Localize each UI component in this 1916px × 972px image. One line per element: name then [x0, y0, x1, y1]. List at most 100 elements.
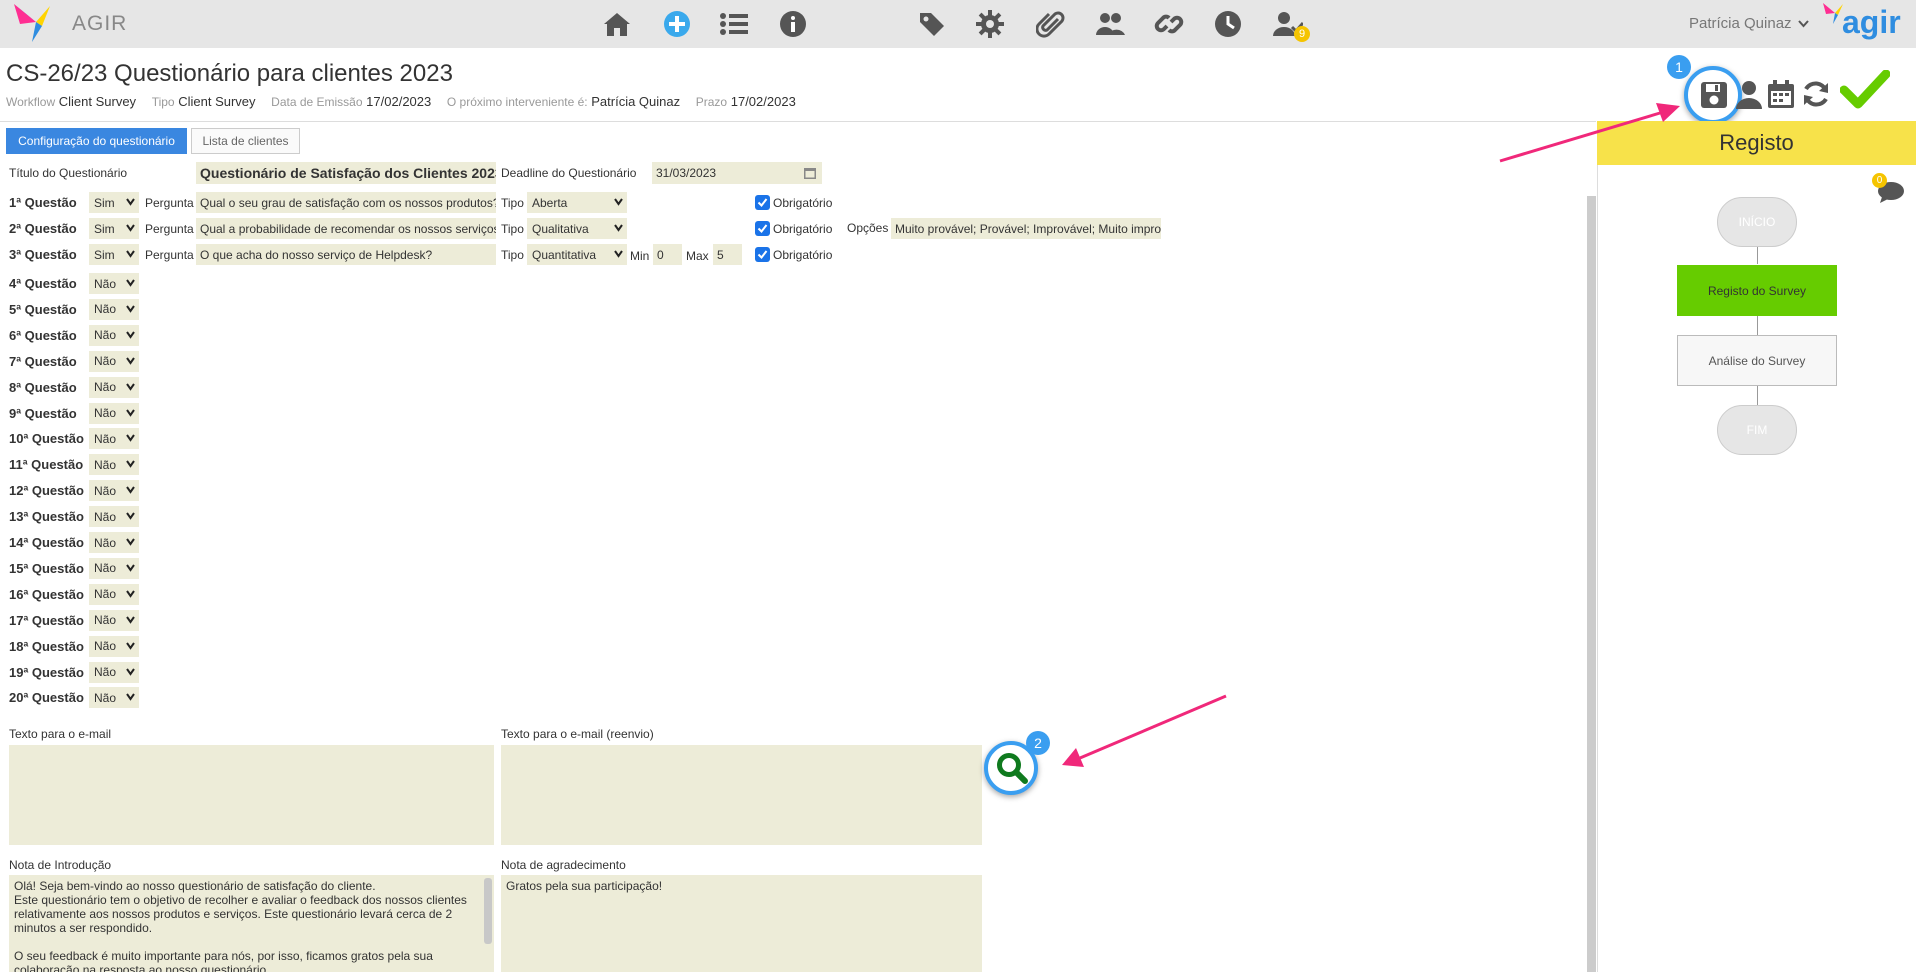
tab-configuracao[interactable]: Configuração do questionário	[6, 128, 187, 154]
question-3-pergunta-input[interactable]: O que acha do nosso serviço de Helpdesk?	[196, 244, 496, 265]
question-3-min-input[interactable]: 0	[653, 244, 682, 265]
workflow-label: Workflow	[6, 95, 56, 109]
annotation-badge-2: 2	[1026, 731, 1050, 755]
question-6-enabled-select[interactable]: Não	[89, 324, 139, 346]
flow-node-analise[interactable]: Análise do Survey	[1677, 335, 1837, 386]
email-text-textarea[interactable]	[9, 745, 494, 845]
user-name: Patrícia Quinaz	[1689, 15, 1792, 32]
checkmark-icon	[757, 224, 768, 234]
attachment-icon[interactable]	[1033, 6, 1069, 42]
question-7-label: 7ª Questão	[9, 353, 77, 369]
question-19-label: 19ª Questão	[9, 664, 84, 680]
question-1-pergunta-input[interactable]: Qual o seu grau de satisfação com os nos…	[196, 192, 496, 213]
tipo-label: Tipo	[151, 95, 175, 109]
question-20-enabled-select[interactable]: Não	[89, 687, 139, 709]
question-2-pergunta-input[interactable]: Qual a probabilidade de recomendar os no…	[196, 218, 496, 239]
tab-lista-clientes[interactable]: Lista de clientes	[191, 128, 300, 154]
question-16-enabled-select[interactable]: Não	[89, 583, 139, 605]
question-10-label: 10ª Questão	[9, 431, 84, 447]
title-input[interactable]: Questionário de Satisfação dos Clientes …	[196, 162, 496, 184]
users-icon[interactable]	[1092, 6, 1128, 42]
emissao-value: 17/02/2023	[366, 94, 432, 109]
flow-node-registo[interactable]: Registo do Survey	[1677, 265, 1837, 316]
search-icon[interactable]	[995, 751, 1029, 785]
chevron-down-icon	[126, 642, 135, 650]
home-icon[interactable]	[599, 6, 635, 42]
annotation-arrow-2	[1062, 694, 1227, 767]
email-text-label: Texto para o e-mail	[9, 727, 112, 741]
question-2-tipo-select[interactable]: Qualitativa	[527, 218, 627, 239]
settings-icon[interactable]	[972, 6, 1008, 42]
question-8-enabled-select[interactable]: Não	[89, 376, 139, 398]
chevron-down-icon	[126, 564, 135, 572]
chevron-down-icon	[126, 486, 135, 494]
question-1-enabled-select[interactable]: Sim	[89, 192, 139, 213]
question-19-enabled-select[interactable]: Não	[89, 661, 139, 683]
question-5-enabled-select[interactable]: Não	[89, 298, 139, 320]
comments-count-badge: 0	[1872, 173, 1887, 188]
flow-node-fim[interactable]: FIM	[1717, 405, 1797, 455]
agir-logo[interactable]	[12, 2, 62, 44]
question-1-tipo-select[interactable]: Aberta	[527, 192, 627, 213]
info-icon[interactable]	[775, 6, 811, 42]
question-2-obrigatorio-checkbox[interactable]	[755, 221, 770, 236]
chevron-down-icon	[126, 198, 135, 206]
link-icon[interactable]	[1151, 6, 1187, 42]
user-check-icon[interactable]: 9	[1268, 6, 1310, 42]
question-11-enabled-select[interactable]: Não	[89, 454, 139, 476]
question-3-label: 3ª Questão	[9, 247, 77, 262]
calendar-picker-icon[interactable]	[804, 167, 816, 179]
question-13-enabled-select[interactable]: Não	[89, 506, 139, 528]
intro-textarea[interactable]: Olá! Seja bem-vindo ao nosso questionári…	[9, 875, 494, 972]
clock-icon[interactable]	[1210, 6, 1246, 42]
calendar-icon[interactable]	[1766, 79, 1796, 109]
question-3-tipo-select[interactable]: Quantitativa	[527, 244, 627, 265]
question-2-opcoes-input[interactable]: Muito provável; Provável; Improvável; Mu…	[891, 218, 1161, 239]
question-15-enabled-select[interactable]: Não	[89, 557, 139, 579]
question-14-enabled-value: Não	[94, 535, 117, 550]
question-12-enabled-select[interactable]: Não	[89, 480, 139, 502]
checkmark-icon	[757, 198, 768, 208]
question-2-pergunta-label: Pergunta	[145, 222, 194, 236]
question-11-label: 11ª Questão	[9, 457, 84, 473]
question-7-enabled-select[interactable]: Não	[89, 350, 139, 372]
question-9-enabled-select[interactable]: Não	[89, 402, 139, 424]
email-resend-textarea[interactable]	[501, 745, 982, 845]
main-scrollbar[interactable]	[1587, 196, 1596, 972]
question-4-enabled-select[interactable]: Não	[89, 273, 139, 294]
question-18-enabled-select[interactable]: Não	[89, 635, 139, 657]
refresh-icon[interactable]	[1801, 79, 1831, 109]
question-16-label: 16ª Questão	[9, 586, 84, 602]
tags-icon[interactable]	[914, 6, 950, 42]
document-metadata: Workflow Client Survey Tipo Client Surve…	[6, 94, 796, 109]
deadline-input[interactable]: 31/03/2023	[652, 162, 822, 184]
user-menu[interactable]: Patrícia Quinaz	[1689, 15, 1809, 32]
question-3-obrigatorio-checkbox[interactable]	[755, 247, 770, 262]
user-icon[interactable]	[1735, 79, 1763, 109]
save-icon[interactable]	[1699, 80, 1729, 110]
question-6-label: 6ª Questão	[9, 327, 77, 343]
question-3-enabled-select[interactable]: Sim	[89, 244, 139, 265]
add-icon[interactable]	[659, 6, 695, 42]
question-10-enabled-select[interactable]: Não	[89, 428, 139, 450]
question-3-max-input[interactable]: 5	[713, 244, 742, 265]
question-1-obrigatorio-checkbox[interactable]	[755, 195, 770, 210]
flow-connector	[1757, 386, 1758, 405]
page-title: CS-26/23 Questionário para clientes 2023	[6, 60, 453, 87]
tasks-count-badge: 9	[1294, 26, 1310, 42]
chevron-down-icon	[614, 224, 623, 232]
list-icon[interactable]	[716, 6, 752, 42]
question-15-enabled-value: Não	[94, 561, 117, 576]
thanks-textarea[interactable]: Gratos pela sua participação!	[501, 875, 982, 972]
flow-node-inicio[interactable]: INÍCIO	[1717, 197, 1797, 247]
question-14-enabled-select[interactable]: Não	[89, 532, 139, 553]
chevron-down-icon	[126, 512, 135, 520]
prazo-value: 17/02/2023	[730, 94, 796, 109]
question-9-label: 9ª Questão	[9, 405, 77, 421]
title-label: Título do Questionário	[9, 166, 128, 180]
question-2-enabled-select[interactable]: Sim	[89, 218, 139, 239]
question-18-label: 18ª Questão	[9, 638, 84, 654]
question-17-enabled-select[interactable]: Não	[89, 609, 139, 631]
check-icon[interactable]	[1839, 69, 1891, 110]
intro-scrollbar[interactable]	[484, 878, 492, 944]
